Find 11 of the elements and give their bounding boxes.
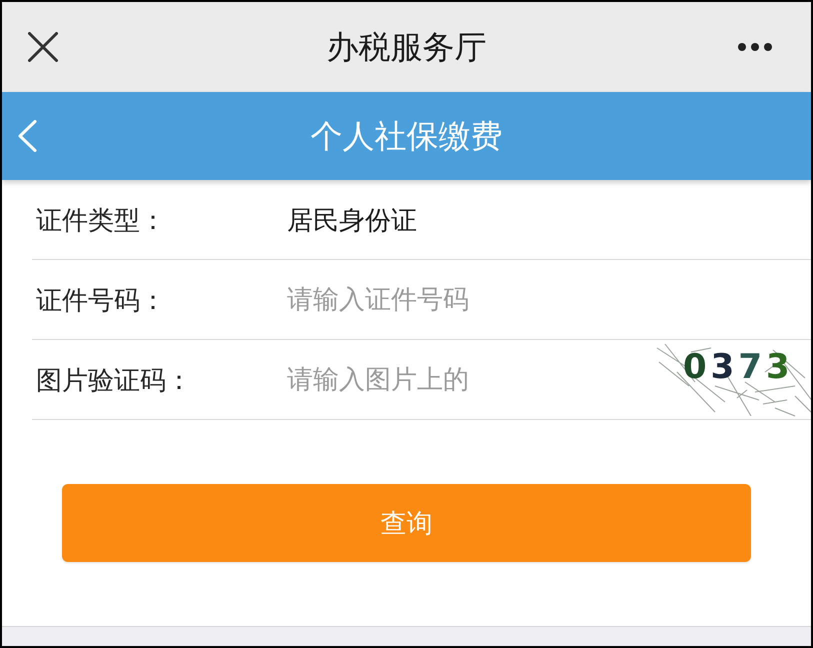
back-icon[interactable] [18, 120, 37, 152]
page-title: 个人社保缴费 [310, 120, 502, 152]
field-value: 居民身份证 [287, 206, 417, 232]
more-icon[interactable] [738, 43, 772, 51]
field-label: 图片验证码： [35, 366, 193, 392]
input-field[interactable]: 请输入图片上的 [287, 358, 545, 402]
field-label: 证件号码： [35, 286, 167, 312]
top-bar-title: 办税服务厅 [326, 31, 486, 63]
close-icon[interactable] [28, 32, 58, 62]
field-label: 证件类型： [35, 206, 167, 232]
input-field[interactable]: 请输入证件号码 [287, 278, 617, 322]
